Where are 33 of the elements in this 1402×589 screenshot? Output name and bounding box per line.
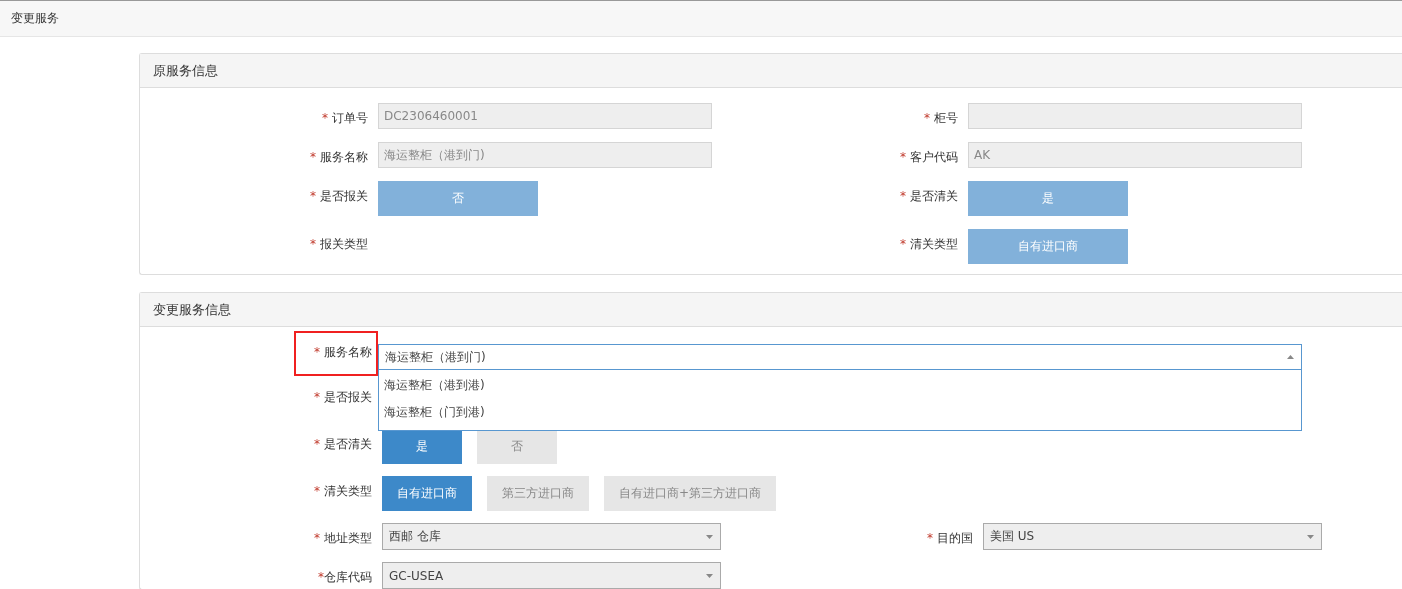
- caret-icon: [1287, 355, 1294, 359]
- caret-icon: [706, 534, 713, 539]
- select-field[interactable]: 美国 US: [983, 523, 1322, 550]
- field-label: * 服务名称: [310, 149, 368, 166]
- select-field[interactable]: 西邮 仓库: [382, 523, 721, 550]
- field-label: * 报关类型: [310, 236, 368, 253]
- select-field[interactable]: 海运整柜（港到门): [378, 344, 1302, 370]
- field-label: * 清关类型: [900, 236, 958, 253]
- field-label: * 柜号: [924, 110, 958, 127]
- caret-icon: [706, 573, 713, 578]
- field-label: * 服务名称: [314, 344, 372, 359]
- field-label: *仓库代码: [318, 569, 372, 586]
- dropdown-option[interactable]: 海运整柜（港到港): [379, 372, 1301, 399]
- option-button[interactable]: 否: [477, 429, 557, 464]
- field-label: * 是否清关: [314, 436, 372, 453]
- field-label: * 是否清关: [900, 188, 958, 205]
- option-button[interactable]: 是: [382, 429, 462, 464]
- select-field[interactable]: GC-USEA: [382, 562, 721, 589]
- panel-title: 变更服务信息: [153, 300, 231, 319]
- field-label: * 清关类型: [314, 483, 372, 500]
- option-button[interactable]: 自有进口商: [382, 476, 472, 511]
- field-label: * 订单号: [322, 110, 368, 127]
- field-label: * 是否报关: [314, 389, 372, 406]
- option-button[interactable]: 第三方进口商: [487, 476, 589, 511]
- field-label: * 是否报关: [310, 188, 368, 205]
- dropdown-option[interactable]: 海运整柜（门到港): [379, 399, 1301, 426]
- panel-title: 原服务信息: [153, 61, 218, 80]
- field-label: * 目的国: [927, 530, 973, 547]
- option-button[interactable]: 自有进口商+第三方进口商: [604, 476, 777, 511]
- caret-icon: [1307, 534, 1314, 539]
- field-label: * 地址类型: [314, 530, 372, 547]
- field-label: * 客户代码: [900, 149, 958, 166]
- page-title: 变更服务: [11, 10, 59, 27]
